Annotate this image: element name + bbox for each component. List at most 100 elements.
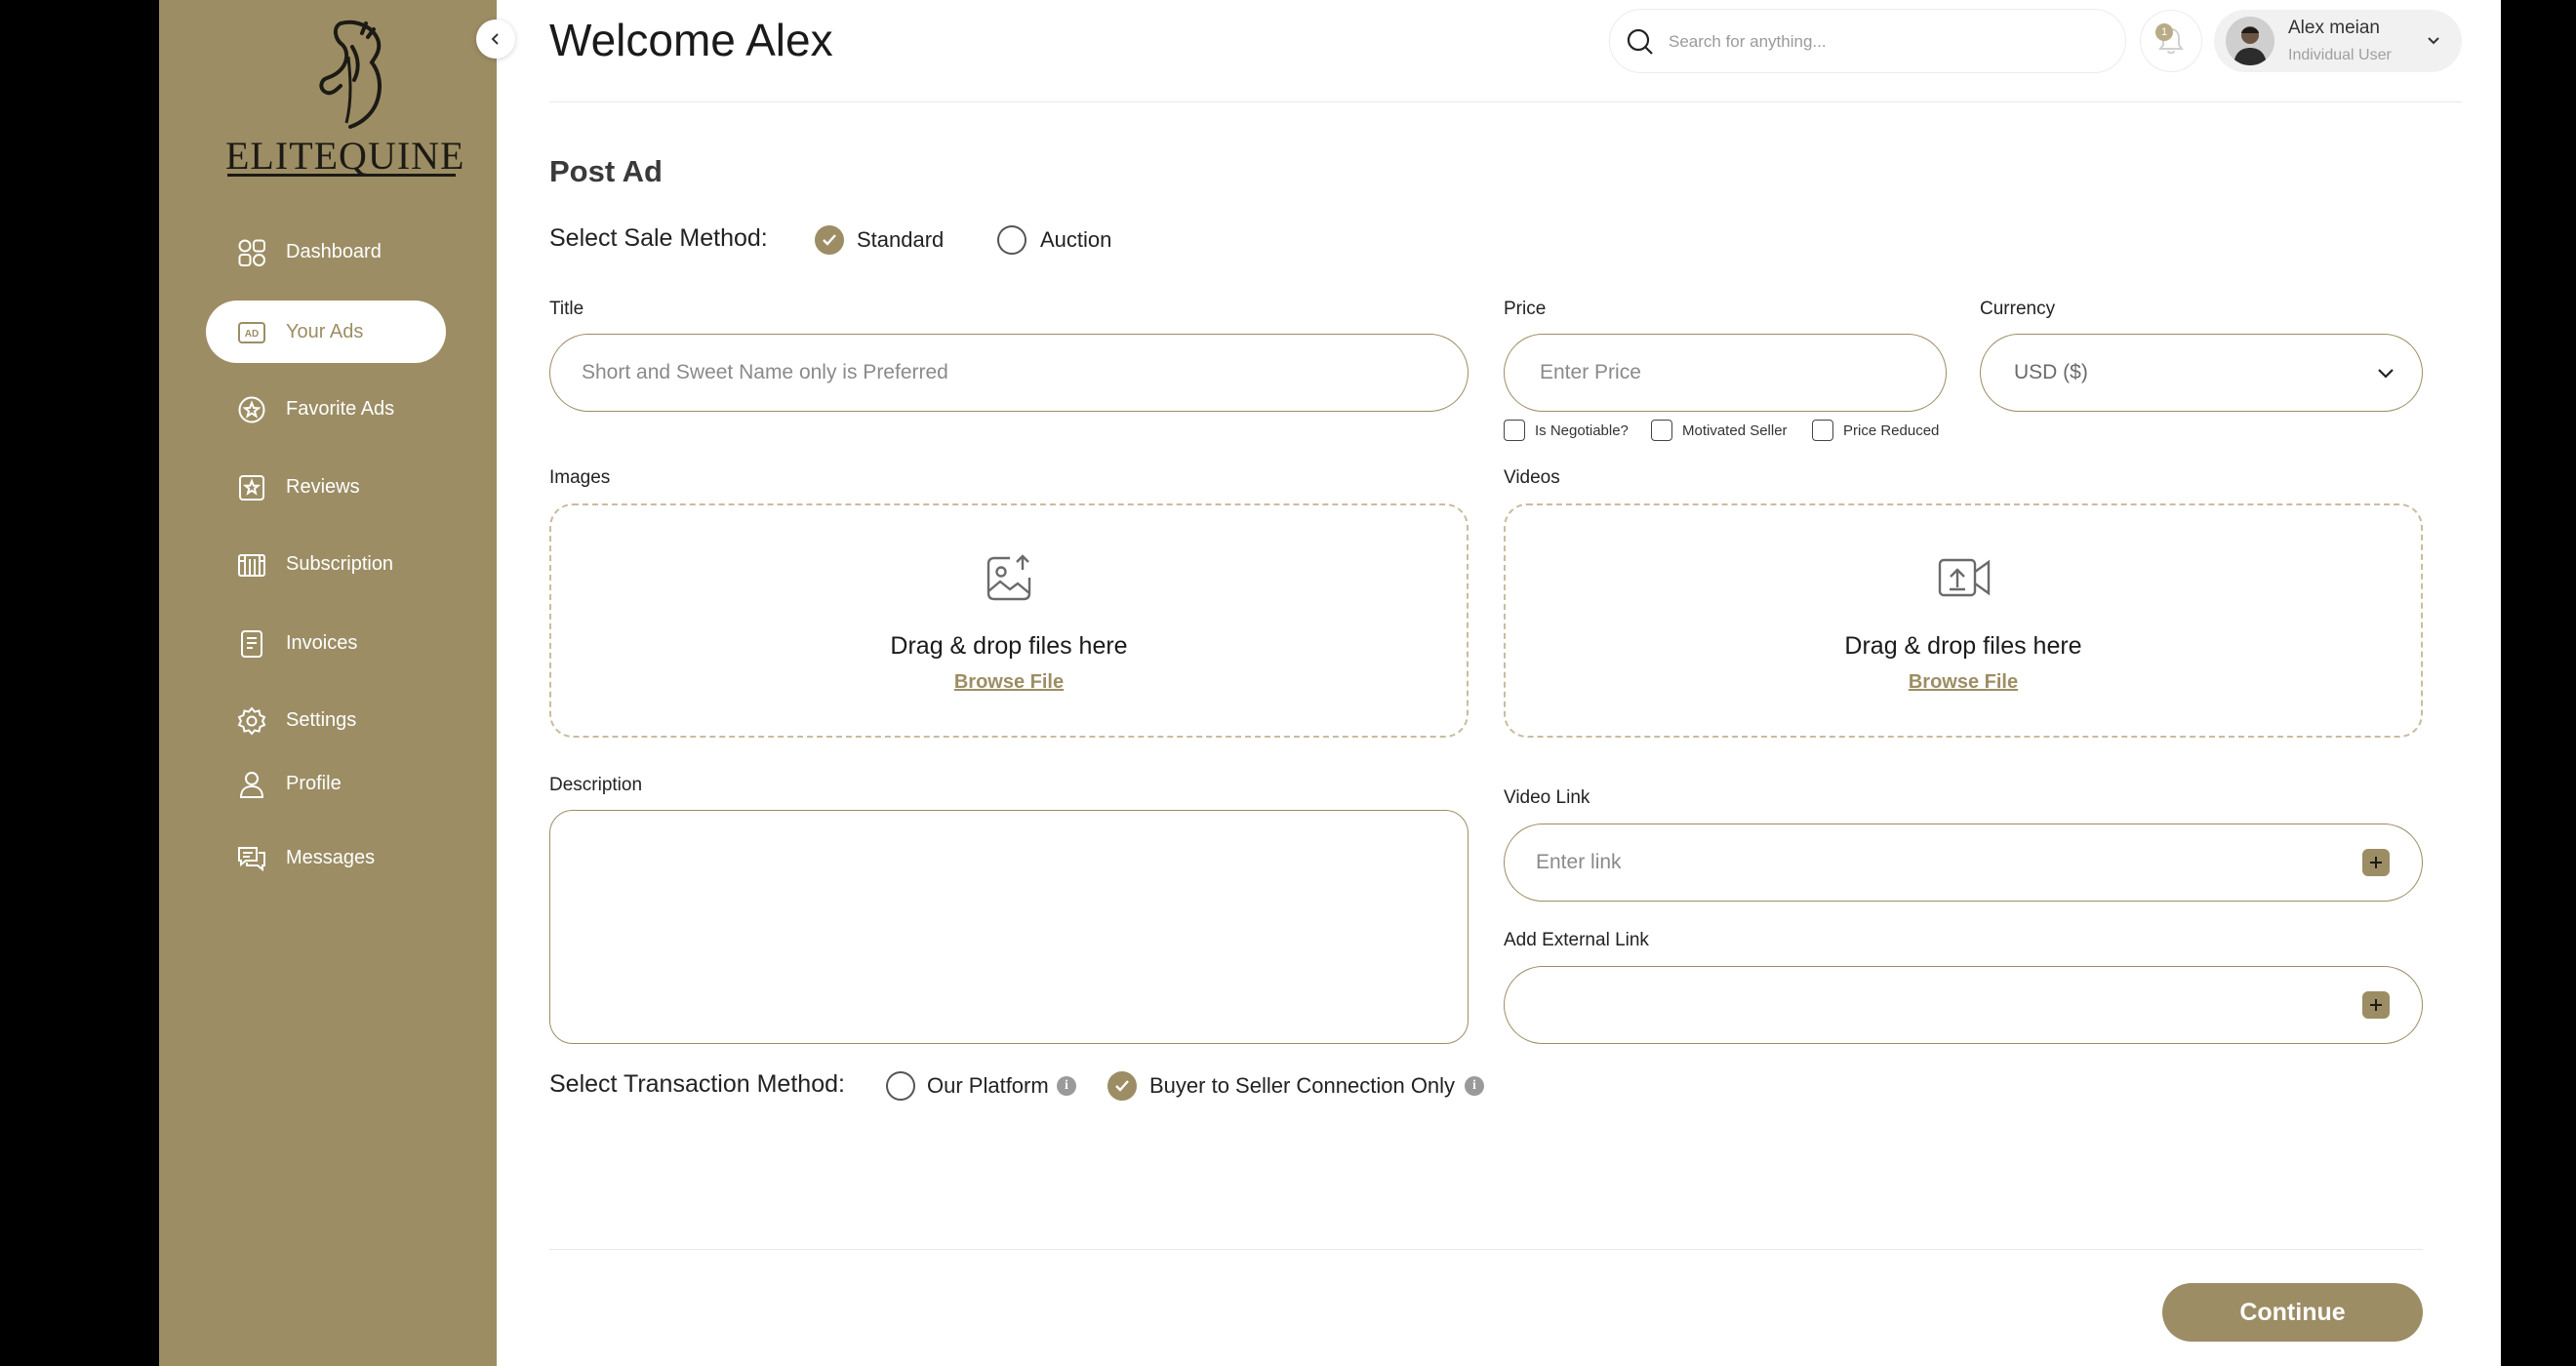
user-icon — [239, 772, 264, 798]
description-textarea[interactable] — [549, 810, 1469, 1044]
sidebar-item-label: Favorite Ads — [286, 398, 395, 420]
add-video-link-button[interactable] — [2362, 849, 2390, 876]
image-upload-icon — [986, 554, 1031, 601]
price-reduced-checkbox[interactable] — [1812, 420, 1833, 441]
price-input[interactable]: Enter Price — [1504, 334, 1947, 412]
sidebar-item-subscription[interactable]: Subscription — [206, 533, 446, 595]
form-heading: Post Ad — [549, 154, 663, 188]
sidebar-item-label: Messages — [286, 847, 376, 868]
app-window: ELITEQUINE Dashboard AD Your Ads Favorit… — [159, 0, 2501, 1366]
sidebar-item-label: Settings — [286, 709, 357, 731]
description-field-label: Description — [549, 775, 643, 795]
title-input-placeholder: Short and Sweet Name only is Preferred — [582, 361, 948, 383]
currency-select[interactable]: USD ($) — [1980, 334, 2423, 412]
messages-icon — [238, 847, 265, 872]
sidebar-item-profile[interactable]: Profile — [206, 752, 446, 815]
ad-icon: AD — [238, 322, 265, 343]
sidebar-item-reviews[interactable]: Reviews — [206, 456, 446, 518]
images-dropzone[interactable]: Drag & drop files here Browse File — [549, 503, 1469, 738]
motivated-seller-checkbox[interactable] — [1651, 420, 1672, 441]
search-bar[interactable] — [1609, 9, 2126, 73]
radio-buyer-to-seller-label: Buyer to Seller Connection Only — [1149, 1073, 1456, 1098]
title-input[interactable]: Short and Sweet Name only is Preferred — [549, 334, 1469, 412]
footer-divider — [549, 1249, 2423, 1250]
collapse-sidebar-button[interactable] — [476, 20, 515, 59]
logo-text: ELITEQUINE — [225, 134, 465, 178]
user-role: Individual User — [2288, 47, 2392, 63]
sidebar: ELITEQUINE Dashboard AD Your Ads Favorit… — [159, 0, 497, 1366]
svg-text:AD: AD — [245, 329, 259, 340]
search-input[interactable] — [1669, 27, 2098, 57]
invoice-icon — [241, 630, 262, 658]
notification-button[interactable] — [2140, 10, 2202, 72]
info-icon[interactable]: i — [1057, 1076, 1076, 1096]
negotiable-label: Is Negotiable? — [1535, 422, 1629, 439]
header-divider — [549, 101, 2462, 102]
video-upload-icon — [1938, 558, 1991, 597]
user-menu[interactable]: Alex meian Individual User — [2214, 10, 2462, 72]
sidebar-item-favorite-ads[interactable]: Favorite Ads — [206, 378, 446, 440]
videos-dropzone[interactable]: Drag & drop files here Browse File — [1504, 503, 2423, 738]
videos-drop-text: Drag & drop files here — [1844, 632, 2082, 660]
price-field-label: Price — [1504, 299, 1547, 319]
sale-method-label: Select Sale Method: — [549, 224, 768, 252]
radio-buyer-to-seller[interactable] — [1107, 1071, 1137, 1101]
user-name: Alex meian — [2288, 18, 2380, 38]
info-icon[interactable]: i — [1465, 1076, 1484, 1096]
subscription-icon — [238, 554, 265, 577]
radio-our-platform-label: Our Platform — [927, 1073, 1049, 1098]
radio-our-platform[interactable] — [886, 1071, 915, 1101]
logo-underline — [227, 174, 456, 177]
video-link-field-label: Video Link — [1504, 787, 1590, 808]
external-link-field-label: Add External Link — [1504, 930, 1649, 950]
radio-auction[interactable] — [997, 225, 1026, 255]
sidebar-item-label: Your Ads — [286, 321, 364, 342]
radio-standard[interactable] — [815, 225, 844, 255]
title-field-label: Title — [549, 299, 584, 319]
horse-logo-icon — [319, 20, 382, 129]
logo: ELITEQUINE — [225, 18, 465, 181]
sidebar-item-settings[interactable]: Settings — [206, 689, 446, 751]
sidebar-item-invoices[interactable]: Invoices — [206, 612, 446, 674]
gear-icon — [237, 706, 266, 736]
plus-icon — [2370, 857, 2382, 868]
negotiable-checkbox[interactable] — [1504, 420, 1525, 441]
video-link-input[interactable]: Enter link — [1504, 824, 2423, 902]
avatar — [2226, 17, 2274, 65]
page-title: Welcome Alex — [549, 15, 833, 65]
user-avatar-icon — [2226, 17, 2274, 65]
check-icon — [823, 234, 836, 246]
chevron-down-icon — [2378, 369, 2394, 379]
sidebar-item-label: Subscription — [286, 553, 394, 575]
motivated-seller-label: Motivated Seller — [1682, 422, 1788, 439]
sidebar-item-label: Dashboard — [286, 241, 382, 262]
images-browse-link[interactable]: Browse File — [551, 671, 1467, 694]
price-reduced-label: Price Reduced — [1843, 422, 1940, 439]
check-icon — [1115, 1080, 1129, 1092]
add-external-link-button[interactable] — [2362, 991, 2390, 1019]
sidebar-item-your-ads[interactable]: AD Your Ads — [206, 301, 446, 363]
plus-icon — [2370, 999, 2382, 1011]
sidebar-item-dashboard[interactable]: Dashboard — [206, 221, 446, 283]
continue-button[interactable]: Continue — [2162, 1283, 2423, 1342]
review-icon — [239, 475, 264, 501]
chevron-left-icon — [491, 33, 499, 45]
currency-value: USD ($) — [2014, 361, 2088, 383]
videos-field-label: Videos — [1504, 467, 1560, 488]
star-badge-icon — [238, 396, 265, 423]
sidebar-item-messages[interactable]: Messages — [206, 826, 446, 889]
sidebar-item-label: Invoices — [286, 632, 358, 654]
images-drop-text: Drag & drop files here — [890, 632, 1128, 660]
video-link-placeholder: Enter link — [1536, 851, 1622, 873]
sidebar-item-label: Reviews — [286, 476, 360, 498]
videos-browse-link[interactable]: Browse File — [1506, 671, 2421, 694]
radio-standard-label: Standard — [857, 227, 945, 252]
dashboard-icon — [238, 239, 265, 266]
sidebar-item-label: Profile — [286, 773, 342, 794]
currency-field-label: Currency — [1980, 299, 2056, 319]
chevron-down-icon — [2428, 37, 2439, 45]
images-field-label: Images — [549, 467, 611, 488]
search-icon — [1627, 28, 1653, 55]
external-link-input[interactable] — [1504, 966, 2423, 1044]
transaction-method-label: Select Transaction Method: — [549, 1070, 845, 1098]
